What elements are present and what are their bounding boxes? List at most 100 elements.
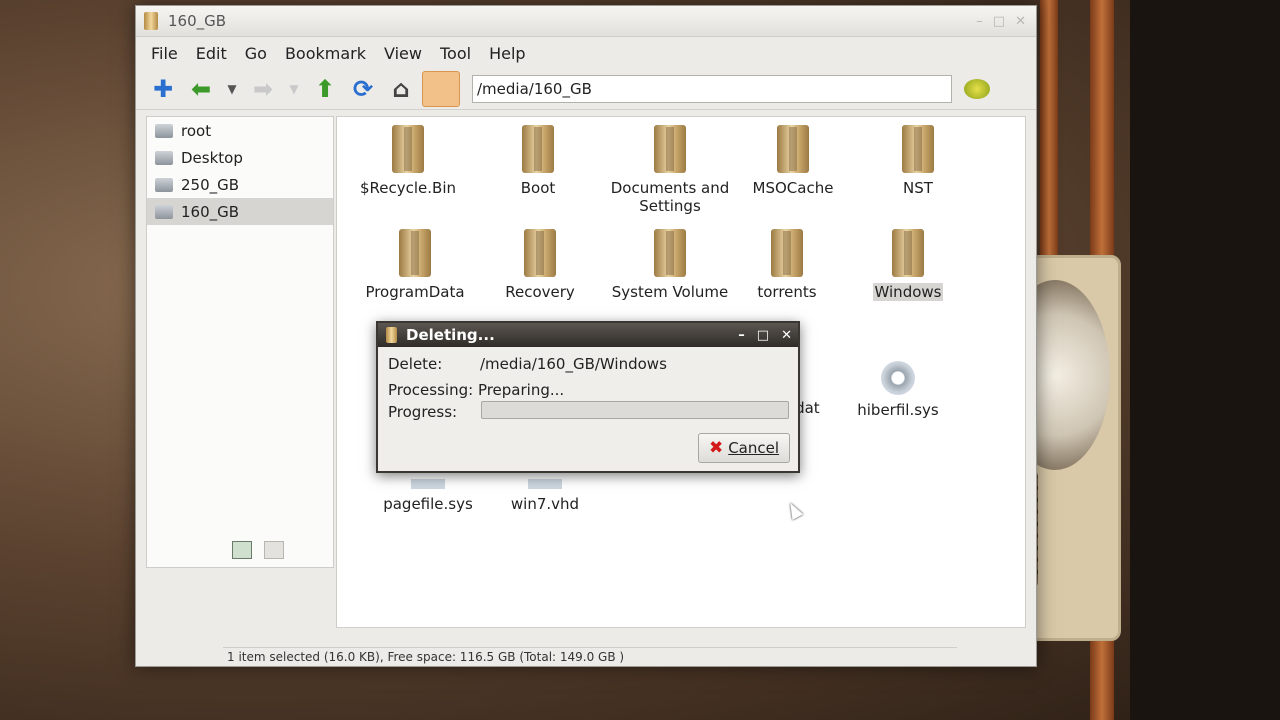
folder-icon: [520, 229, 560, 279]
file-label: $Recycle.Bin: [359, 179, 457, 197]
file-item[interactable]: Recovery: [477, 229, 603, 301]
file-label: hiberfil.sys: [857, 401, 939, 419]
file-label: ProgramData: [365, 283, 465, 301]
window-title: 160_GB: [168, 12, 227, 30]
sidebar-item-160gb[interactable]: 160_GB: [147, 198, 333, 225]
sidebar-item-label: root: [181, 121, 212, 140]
deleting-dialog: Deleting... – □ ✕ Delete: /media/160_GB/…: [376, 321, 800, 473]
cancel-button[interactable]: ✖ Cancel: [698, 433, 790, 463]
progress-bar: [481, 401, 789, 419]
processing-label: Processing:: [388, 381, 474, 399]
status-bar: 1 item selected (16.0 KB), Free space: 1…: [223, 647, 957, 666]
forward-history-dropdown-icon[interactable]: ▼: [284, 72, 304, 106]
go-icon[interactable]: [964, 79, 990, 99]
file-label: MSOCache: [752, 179, 834, 197]
processing-value: Preparing...: [477, 381, 565, 399]
close-icon[interactable]: ✕: [781, 328, 792, 343]
delete-label: Delete:: [388, 355, 443, 373]
desktop-icon: [155, 150, 173, 165]
back-icon[interactable]: ⬅: [184, 72, 218, 106]
file-item[interactable]: System Volume: [607, 229, 733, 301]
sidebar-item-label: 160_GB: [181, 202, 240, 221]
home-icon[interactable]: ⌂: [384, 72, 418, 106]
folder-icon[interactable]: [422, 71, 460, 107]
file-label: torrents: [757, 283, 817, 301]
reload-icon[interactable]: ⟳: [346, 72, 380, 106]
file-label: Boot: [520, 179, 556, 197]
tree-view-icon[interactable]: [264, 541, 284, 559]
file-label: win7.vhd: [510, 495, 580, 513]
file-label: pagefile.sys: [383, 495, 473, 513]
folder-icon: [773, 125, 813, 175]
file-label: NST: [903, 179, 933, 197]
file-item[interactable]: pagefile.sys: [365, 479, 491, 513]
menu-go[interactable]: Go: [236, 44, 276, 63]
folder-icon: [518, 125, 558, 175]
folder-icon: [888, 229, 928, 279]
sidebar-item-250gb[interactable]: 250_GB: [147, 171, 333, 198]
maximize-icon[interactable]: □: [993, 14, 1005, 29]
menu-help[interactable]: Help: [480, 44, 534, 63]
delete-row: Delete: /media/160_GB/Windows: [388, 355, 667, 373]
file-item[interactable]: NST: [855, 125, 981, 197]
sidebar-item-label: 250_GB: [181, 175, 240, 194]
file-item[interactable]: Documents and Settings: [607, 125, 733, 215]
folder-icon: [767, 229, 807, 279]
window-titlebar[interactable]: 160_GB – □ ✕: [136, 6, 1036, 37]
file-label: System Volume: [611, 283, 729, 301]
drive-icon: [155, 204, 173, 219]
file-item-selected[interactable]: Windows: [845, 229, 971, 301]
progress-label: Progress:: [388, 403, 458, 421]
file-item[interactable]: Boot: [475, 125, 601, 197]
sidebar-item-root[interactable]: root: [147, 117, 333, 144]
menu-bookmark[interactable]: Bookmark: [276, 44, 375, 63]
address-bar[interactable]: /media/160_GB: [472, 75, 952, 103]
menu-file[interactable]: File: [142, 44, 187, 63]
sidebar-item-label: Desktop: [181, 148, 243, 167]
maximize-icon[interactable]: □: [757, 328, 769, 343]
file-label: Documents and Settings: [610, 179, 730, 215]
file-item[interactable]: hiberfil.sys: [835, 361, 961, 419]
folder-icon: [650, 229, 690, 279]
menu-tool[interactable]: Tool: [431, 44, 480, 63]
up-icon[interactable]: ⬆: [308, 72, 342, 106]
folder-icon: [395, 229, 435, 279]
dialog-title: Deleting...: [406, 326, 495, 344]
app-icon: [386, 327, 397, 343]
folder-icon: [155, 123, 173, 138]
background-dark: [1130, 0, 1280, 720]
file-item[interactable]: win7.vhd: [482, 479, 608, 513]
background-pipe: [1040, 0, 1058, 260]
minimize-icon[interactable]: –: [976, 14, 983, 29]
toolbar: ✚ ⬅ ▼ ➡ ▼ ⬆ ⟳ ⌂ /media/160_GB: [136, 69, 1036, 110]
close-icon[interactable]: ✕: [1015, 14, 1026, 29]
new-tab-icon[interactable]: ✚: [146, 72, 180, 106]
file-item[interactable]: ProgramData: [352, 229, 478, 301]
places-sidebar: root Desktop 250_GB 160_GB: [146, 116, 334, 568]
dialog-titlebar[interactable]: Deleting... – □ ✕: [378, 323, 798, 347]
system-file-icon: [881, 361, 915, 395]
file-item[interactable]: torrents: [724, 229, 850, 301]
processing-row: Processing: Preparing...: [388, 381, 564, 399]
delete-value: /media/160_GB/Windows: [480, 355, 667, 373]
file-label: Windows: [872, 283, 944, 301]
menu-edit[interactable]: Edit: [187, 44, 236, 63]
forward-icon[interactable]: ➡: [246, 72, 280, 106]
cancel-icon: ✖: [708, 438, 724, 458]
menubar: File Edit Go Bookmark View Tool Help: [136, 37, 1036, 69]
drive-icon: [155, 177, 173, 192]
cancel-label: Cancel: [728, 439, 780, 457]
file-item[interactable]: MSOCache: [730, 125, 856, 197]
app-icon: [144, 12, 158, 30]
history-dropdown-icon[interactable]: ▼: [222, 72, 242, 106]
places-view-icon[interactable]: [232, 541, 252, 559]
disk-image-icon: [528, 479, 562, 489]
folder-icon: [388, 125, 428, 175]
menu-view[interactable]: View: [375, 44, 431, 63]
folder-icon: [650, 125, 690, 175]
minimize-icon[interactable]: –: [738, 328, 745, 343]
file-item[interactable]: $Recycle.Bin: [345, 125, 471, 197]
system-file-icon: [411, 479, 445, 489]
file-label: Recovery: [505, 283, 575, 301]
sidebar-item-desktop[interactable]: Desktop: [147, 144, 333, 171]
